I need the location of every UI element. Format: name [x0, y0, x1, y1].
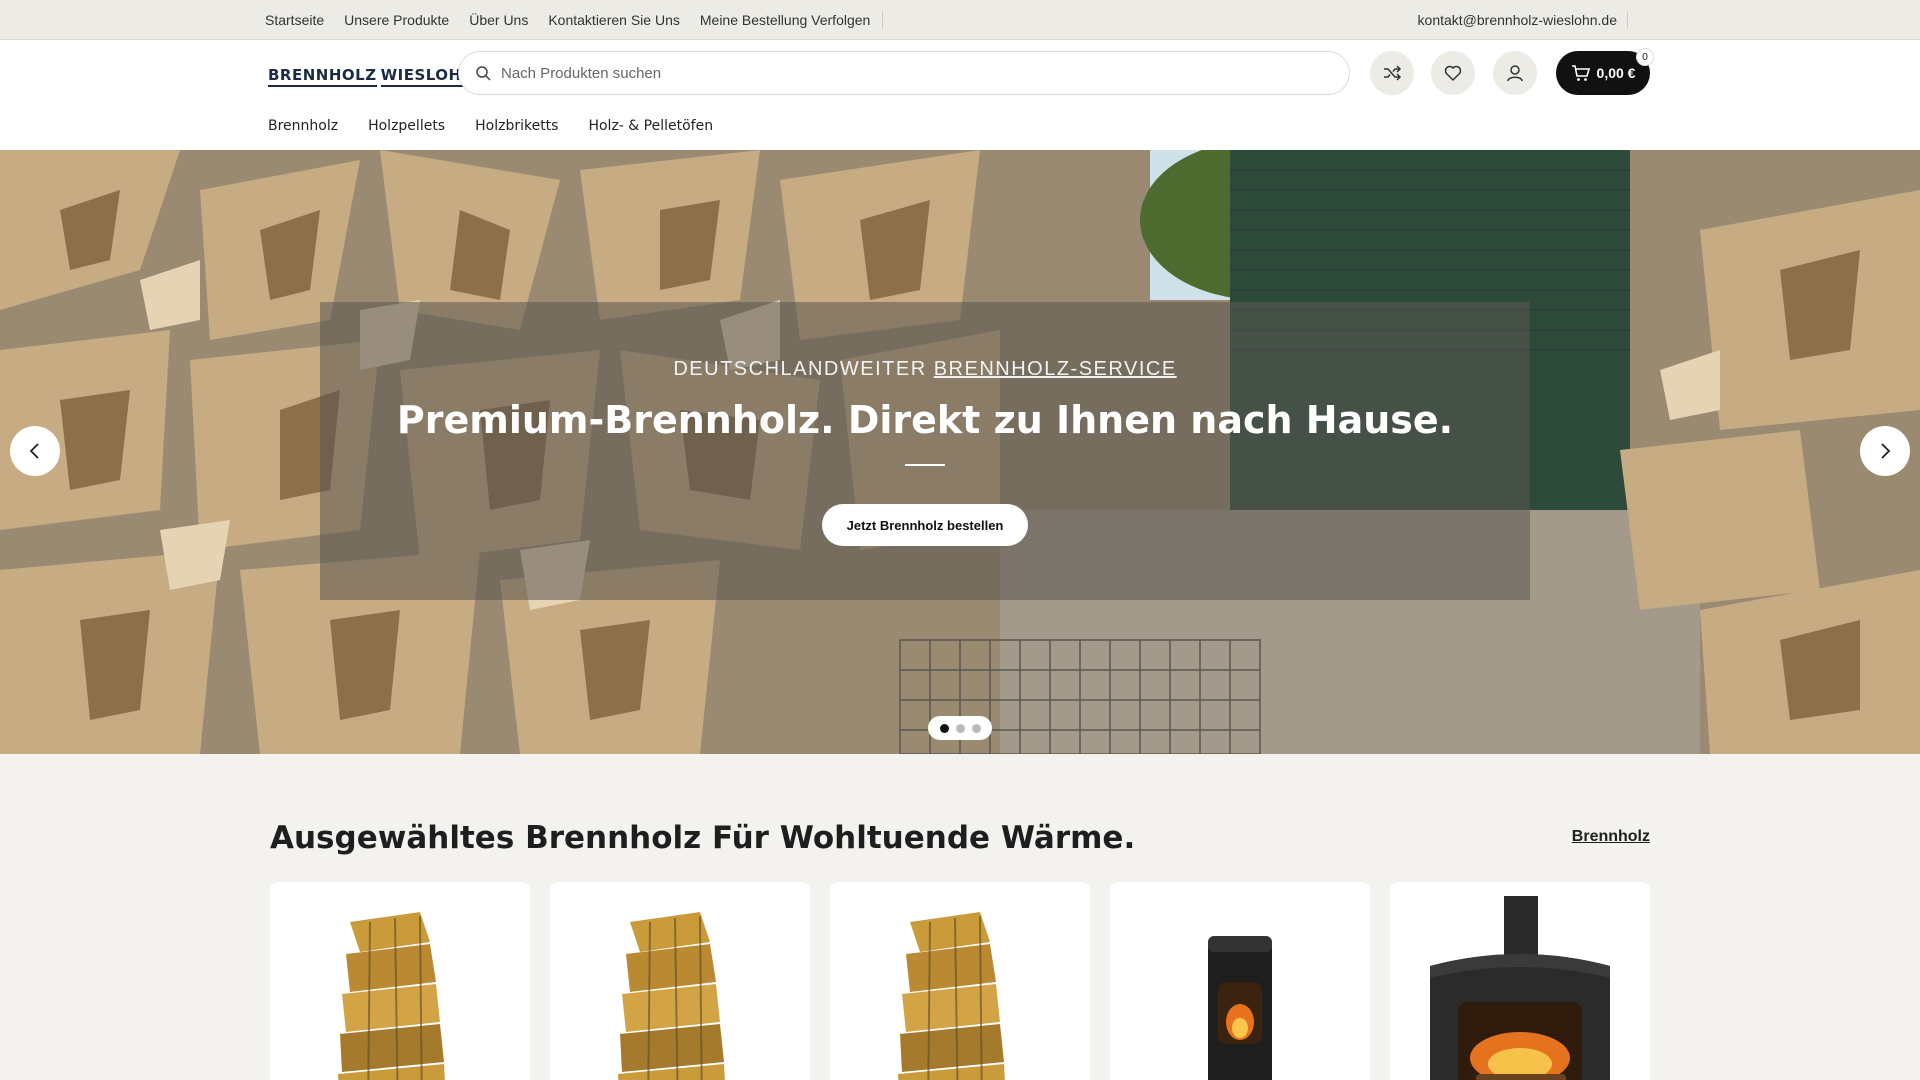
- product-card[interactable]: [1110, 882, 1370, 1080]
- hero-eyebrow: DEUTSCHLANDWEITER BRENNHOLZ-SERVICE: [320, 358, 1530, 381]
- hero-eyebrow-prefix: DEUTSCHLANDWEITER: [673, 358, 927, 380]
- product-grid: [270, 882, 1650, 1080]
- nav-holzpellets[interactable]: Holzpellets: [368, 118, 445, 138]
- product-card[interactable]: [1390, 882, 1650, 1080]
- product-card[interactable]: [270, 882, 530, 1080]
- product-card[interactable]: [550, 882, 810, 1080]
- cart-count-badge: 0: [1636, 48, 1654, 66]
- slider-dot-1[interactable]: [939, 723, 949, 733]
- heart-icon: [1444, 65, 1462, 82]
- shuffle-icon: [1384, 65, 1402, 81]
- hero-divider: [905, 464, 945, 466]
- search-bar: [458, 51, 1350, 95]
- divider: [1627, 11, 1628, 29]
- nav-holzbriketts[interactable]: Holzbriketts: [475, 118, 558, 138]
- search-input[interactable]: [501, 64, 1321, 82]
- main-nav: Brennholz Holzpellets Holzbriketts Holz-…: [268, 118, 743, 138]
- contact-email[interactable]: kontakt@brennholz-wieslohn.de: [1418, 12, 1617, 28]
- top-link-startseite[interactable]: Startseite: [265, 12, 324, 28]
- chevron-right-icon: [1881, 443, 1891, 459]
- top-links: Startseite Unsere Produkte Über Uns Kont…: [265, 0, 884, 40]
- top-bar: Startseite Unsere Produkte Über Uns Kont…: [0, 0, 1920, 40]
- section-title: Ausgewähltes Brennholz Für Wohltuende Wä…: [270, 820, 1136, 856]
- slider-dot-2[interactable]: [955, 723, 965, 733]
- chevron-left-icon: [29, 443, 39, 459]
- logo-text-left: BRENNHOLZ: [268, 66, 377, 87]
- top-link-produkte[interactable]: Unsere Produkte: [344, 12, 449, 28]
- cart-total: 0,00 €: [1596, 65, 1636, 81]
- nav-brennholz[interactable]: Brennholz: [268, 118, 338, 138]
- site-header: BRENNHOLZ WIESLOHN Nach Produkten suchen…: [0, 40, 1920, 150]
- search-icon: [476, 66, 491, 81]
- divider: [882, 11, 884, 29]
- contact-email-container: kontakt@brennholz-wieslohn.de: [1418, 0, 1628, 40]
- product-card[interactable]: [830, 882, 1090, 1080]
- hero-cta-button[interactable]: Jetzt Brennholz bestellen: [822, 504, 1028, 546]
- slider-dot-3[interactable]: [971, 723, 981, 733]
- hero-title: Premium-Brennholz. Direkt zu Ihnen nach …: [396, 398, 1454, 442]
- slider-prev-button[interactable]: [10, 426, 60, 476]
- top-link-bestellung[interactable]: Meine Bestellung Verfolgen: [700, 12, 870, 28]
- compare-button[interactable]: [1370, 51, 1414, 95]
- product-image-firewood: [338, 912, 445, 1080]
- product-image-firewood: [618, 912, 725, 1080]
- top-link-ueber-uns[interactable]: Über Uns: [469, 12, 528, 28]
- cart-icon: [1571, 65, 1590, 81]
- hero-content-box: DEUTSCHLANDWEITER BRENNHOLZ-SERVICE Prem…: [320, 302, 1530, 600]
- account-button[interactable]: [1493, 51, 1537, 95]
- top-link-kontakt[interactable]: Kontaktieren Sie Uns: [548, 12, 680, 28]
- wishlist-button[interactable]: [1431, 51, 1475, 95]
- product-image-firewood: [898, 912, 1005, 1080]
- nav-oefen[interactable]: Holz- & Pelletöfen: [588, 118, 713, 138]
- slider-pagination: [928, 716, 992, 740]
- site-logo[interactable]: BRENNHOLZ WIESLOHN: [268, 56, 475, 96]
- section-link-brennholz[interactable]: Brennholz: [1572, 828, 1650, 846]
- product-image-stove: [1430, 896, 1610, 1080]
- product-image-stove: [1208, 936, 1272, 1080]
- user-icon: [1507, 65, 1523, 82]
- hero-eyebrow-link[interactable]: BRENNHOLZ-SERVICE: [934, 358, 1177, 380]
- hero-slider: DEUTSCHLANDWEITER BRENNHOLZ-SERVICE Prem…: [0, 150, 1920, 754]
- slider-next-button[interactable]: [1860, 426, 1910, 476]
